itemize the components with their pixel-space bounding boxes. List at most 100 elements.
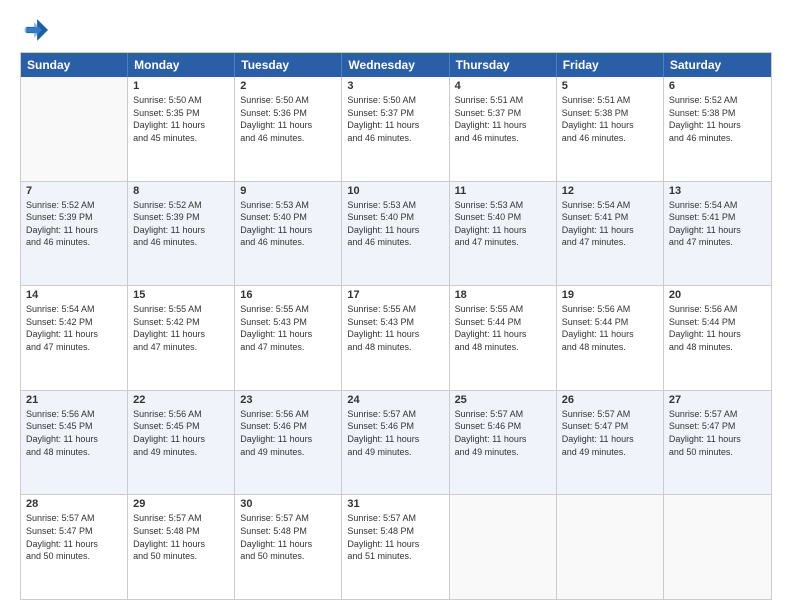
calendar-body: 1 Sunrise: 5:50 AM Sunset: 5:35 PM Daylig… <box>21 77 771 599</box>
calendar-cell: 20 Sunrise: 5:56 AM Sunset: 5:44 PM Dayli… <box>664 286 771 390</box>
calendar-day-header: Thursday <box>450 53 557 77</box>
day-info: Sunrise: 5:54 AM Sunset: 5:41 PM Dayligh… <box>669 199 766 249</box>
day-number: 31 <box>347 498 443 510</box>
calendar-cell: 10Sunrise: 5:53 AM Sunset: 5:40 PM Dayli… <box>342 182 449 286</box>
day-number: 23 <box>240 394 336 406</box>
day-info: Sunrise: 5:52 AM Sunset: 5:38 PM Dayligh… <box>669 94 766 144</box>
day-info: Sunrise: 5:55 AM Sunset: 5:43 PM Dayligh… <box>240 303 336 353</box>
day-info: Sunrise: 5:56 AM Sunset: 5:45 PM Dayligh… <box>133 408 229 458</box>
day-number: 15 <box>133 289 229 301</box>
calendar-cell: 19 Sunrise: 5:56 AM Sunset: 5:44 PM Dayli… <box>557 286 664 390</box>
day-info: Sunrise: 5:50 AM Sunset: 5:35 PM Dayligh… <box>133 94 229 144</box>
day-info: Sunrise: 5:51 AM Sunset: 5:37 PM Dayligh… <box>455 94 551 144</box>
day-number: 22 <box>133 394 229 406</box>
day-info: Sunrise: 5:57 AM Sunset: 5:48 PM Dayligh… <box>240 512 336 562</box>
day-number: 5 <box>562 80 658 92</box>
day-info: Sunrise: 5:57 AM Sunset: 5:46 PM Dayligh… <box>455 408 551 458</box>
calendar-cell: 21 Sunrise: 5:56 AM Sunset: 5:45 PM Dayli… <box>21 391 128 495</box>
day-number: 27 <box>669 394 766 406</box>
day-number: 30 <box>240 498 336 510</box>
calendar-cell <box>664 495 771 599</box>
calendar-header: SundayMondayTuesdayWednesdayThursdayFrid… <box>21 53 771 77</box>
calendar-day-header: Saturday <box>664 53 771 77</box>
day-info: Sunrise: 5:51 AM Sunset: 5:38 PM Dayligh… <box>562 94 658 144</box>
day-number: 24 <box>347 394 443 406</box>
calendar-cell: 29 Sunrise: 5:57 AM Sunset: 5:48 PM Dayli… <box>128 495 235 599</box>
day-info: Sunrise: 5:55 AM Sunset: 5:43 PM Dayligh… <box>347 303 443 353</box>
calendar-day-header: Monday <box>128 53 235 77</box>
calendar-cell: 14 Sunrise: 5:54 AM Sunset: 5:42 PM Dayli… <box>21 286 128 390</box>
day-info: Sunrise: 5:57 AM Sunset: 5:46 PM Dayligh… <box>347 408 443 458</box>
logo <box>20 16 52 44</box>
day-info: Sunrise: 5:57 AM Sunset: 5:47 PM Dayligh… <box>562 408 658 458</box>
calendar-cell: 5 Sunrise: 5:51 AM Sunset: 5:38 PM Daylig… <box>557 77 664 181</box>
day-number: 29 <box>133 498 229 510</box>
calendar: SundayMondayTuesdayWednesdayThursdayFrid… <box>20 52 772 600</box>
calendar-cell: 7 Sunrise: 5:52 AM Sunset: 5:39 PM Daylig… <box>21 182 128 286</box>
calendar-cell: 11 Sunrise: 5:53 AM Sunset: 5:40 PM Dayli… <box>450 182 557 286</box>
calendar-cell: 28 Sunrise: 5:57 AM Sunset: 5:47 PM Dayli… <box>21 495 128 599</box>
calendar-cell: 2 Sunrise: 5:50 AM Sunset: 5:36 PM Daylig… <box>235 77 342 181</box>
calendar-cell: 9Sunrise: 5:53 AM Sunset: 5:40 PM Daylig… <box>235 182 342 286</box>
day-number: 26 <box>562 394 658 406</box>
day-number: 21 <box>26 394 122 406</box>
day-info: Sunrise: 5:55 AM Sunset: 5:42 PM Dayligh… <box>133 303 229 353</box>
day-number: 8 <box>133 185 229 197</box>
day-info: Sunrise: 5:52 AM Sunset: 5:39 PM Dayligh… <box>26 199 122 249</box>
calendar-cell: 22 Sunrise: 5:56 AM Sunset: 5:45 PM Dayli… <box>128 391 235 495</box>
calendar-cell: 18Sunrise: 5:55 AM Sunset: 5:44 PM Dayli… <box>450 286 557 390</box>
calendar-week-row: 28 Sunrise: 5:57 AM Sunset: 5:47 PM Dayli… <box>21 495 771 599</box>
day-info: Sunrise: 5:56 AM Sunset: 5:44 PM Dayligh… <box>562 303 658 353</box>
day-number: 7 <box>26 185 122 197</box>
calendar-cell: 13 Sunrise: 5:54 AM Sunset: 5:41 PM Dayli… <box>664 182 771 286</box>
day-info: Sunrise: 5:57 AM Sunset: 5:47 PM Dayligh… <box>26 512 122 562</box>
day-number: 14 <box>26 289 122 301</box>
calendar-cell: 24 Sunrise: 5:57 AM Sunset: 5:46 PM Dayli… <box>342 391 449 495</box>
calendar-cell: 17Sunrise: 5:55 AM Sunset: 5:43 PM Dayli… <box>342 286 449 390</box>
day-number: 4 <box>455 80 551 92</box>
day-info: Sunrise: 5:54 AM Sunset: 5:42 PM Dayligh… <box>26 303 122 353</box>
day-info: Sunrise: 5:50 AM Sunset: 5:36 PM Dayligh… <box>240 94 336 144</box>
day-number: 3 <box>347 80 443 92</box>
calendar-cell: 30 Sunrise: 5:57 AM Sunset: 5:48 PM Dayli… <box>235 495 342 599</box>
calendar-cell: 3Sunrise: 5:50 AM Sunset: 5:37 PM Daylig… <box>342 77 449 181</box>
day-info: Sunrise: 5:53 AM Sunset: 5:40 PM Dayligh… <box>240 199 336 249</box>
calendar-cell: 6 Sunrise: 5:52 AM Sunset: 5:38 PM Daylig… <box>664 77 771 181</box>
calendar-day-header: Friday <box>557 53 664 77</box>
day-number: 20 <box>669 289 766 301</box>
day-number: 12 <box>562 185 658 197</box>
logo-icon <box>20 16 48 44</box>
calendar-cell: 1 Sunrise: 5:50 AM Sunset: 5:35 PM Daylig… <box>128 77 235 181</box>
day-info: Sunrise: 5:56 AM Sunset: 5:45 PM Dayligh… <box>26 408 122 458</box>
calendar-week-row: 1 Sunrise: 5:50 AM Sunset: 5:35 PM Daylig… <box>21 77 771 182</box>
day-number: 1 <box>133 80 229 92</box>
page-header <box>20 16 772 44</box>
day-number: 11 <box>455 185 551 197</box>
day-number: 19 <box>562 289 658 301</box>
day-info: Sunrise: 5:53 AM Sunset: 5:40 PM Dayligh… <box>455 199 551 249</box>
day-number: 10 <box>347 185 443 197</box>
day-number: 13 <box>669 185 766 197</box>
day-number: 28 <box>26 498 122 510</box>
day-info: Sunrise: 5:54 AM Sunset: 5:41 PM Dayligh… <box>562 199 658 249</box>
day-number: 25 <box>455 394 551 406</box>
calendar-cell: 23 Sunrise: 5:56 AM Sunset: 5:46 PM Dayli… <box>235 391 342 495</box>
calendar-cell <box>557 495 664 599</box>
day-number: 2 <box>240 80 336 92</box>
calendar-cell: 16 Sunrise: 5:55 AM Sunset: 5:43 PM Dayli… <box>235 286 342 390</box>
day-info: Sunrise: 5:57 AM Sunset: 5:47 PM Dayligh… <box>669 408 766 458</box>
day-info: Sunrise: 5:57 AM Sunset: 5:48 PM Dayligh… <box>133 512 229 562</box>
calendar-week-row: 7 Sunrise: 5:52 AM Sunset: 5:39 PM Daylig… <box>21 182 771 287</box>
day-number: 6 <box>669 80 766 92</box>
day-info: Sunrise: 5:56 AM Sunset: 5:46 PM Dayligh… <box>240 408 336 458</box>
calendar-cell <box>450 495 557 599</box>
calendar-day-header: Tuesday <box>235 53 342 77</box>
calendar-cell <box>21 77 128 181</box>
day-info: Sunrise: 5:57 AM Sunset: 5:48 PM Dayligh… <box>347 512 443 562</box>
calendar-day-header: Wednesday <box>342 53 449 77</box>
day-number: 16 <box>240 289 336 301</box>
day-info: Sunrise: 5:55 AM Sunset: 5:44 PM Dayligh… <box>455 303 551 353</box>
calendar-cell: 31 Sunrise: 5:57 AM Sunset: 5:48 PM Dayli… <box>342 495 449 599</box>
calendar-week-row: 14 Sunrise: 5:54 AM Sunset: 5:42 PM Dayli… <box>21 286 771 391</box>
day-info: Sunrise: 5:56 AM Sunset: 5:44 PM Dayligh… <box>669 303 766 353</box>
